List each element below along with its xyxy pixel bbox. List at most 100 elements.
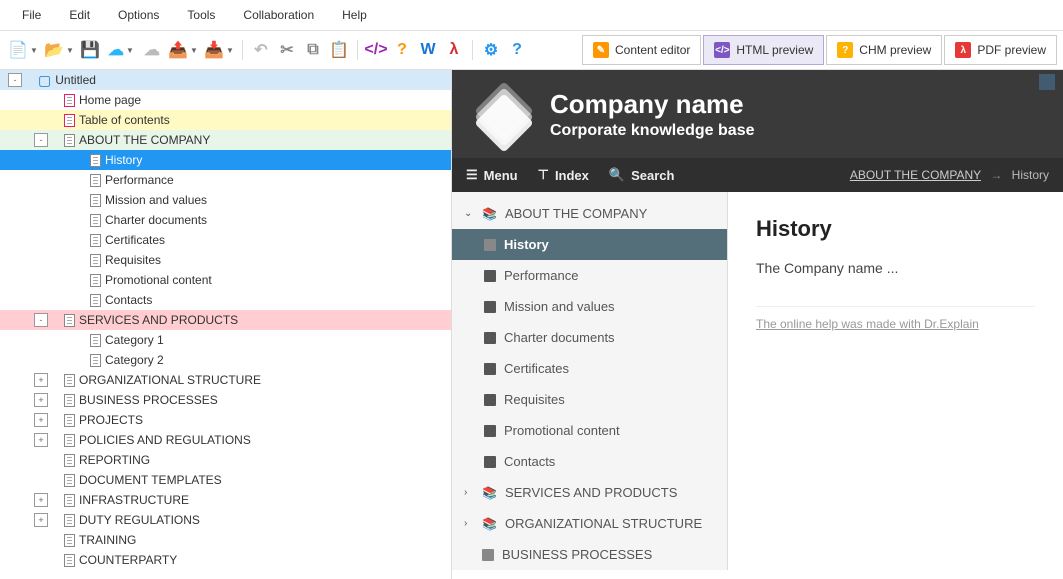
- expand-icon[interactable]: +: [34, 433, 48, 447]
- tree-label: BUSINESS PROCESSES: [79, 393, 218, 407]
- nav-menu[interactable]: ☰Menu: [466, 167, 518, 183]
- lock-icon: [52, 435, 62, 445]
- help-icon[interactable]: ?: [390, 38, 414, 62]
- copy-icon[interactable]: ⧉: [301, 38, 325, 62]
- document-icon: [90, 194, 101, 207]
- page-icon: [484, 363, 496, 375]
- html-preview-tab[interactable]: </>HTML preview: [703, 35, 824, 65]
- tree-row[interactable]: History: [0, 150, 451, 170]
- tree-row[interactable]: DOCUMENT TEMPLATES: [0, 470, 451, 490]
- sidebar-child-item[interactable]: History: [452, 229, 727, 260]
- menu-file[interactable]: File: [8, 4, 55, 26]
- dropdown-caret-icon: ▼: [126, 46, 134, 55]
- menu-options[interactable]: Options: [104, 4, 173, 26]
- tree-row[interactable]: +DUTY REGULATIONS: [0, 510, 451, 530]
- undo-icon[interactable]: ↶: [249, 38, 273, 62]
- save-icon[interactable]: 💾: [78, 38, 102, 62]
- cloud-icon[interactable]: ☁: [140, 38, 164, 62]
- tree-row[interactable]: -▢Untitled: [0, 70, 451, 90]
- tree-row[interactable]: + BUSINESS PROCESSES: [0, 390, 451, 410]
- tree-row[interactable]: Charter documents: [0, 210, 451, 230]
- tree-row[interactable]: Category 2: [0, 350, 451, 370]
- sidebar-child-item[interactable]: Mission and values: [452, 291, 727, 322]
- nav-index-label: Index: [555, 168, 589, 183]
- collapse-icon[interactable]: -: [34, 313, 48, 327]
- tree-row[interactable]: Performance: [0, 170, 451, 190]
- menu-tools[interactable]: Tools: [173, 4, 229, 26]
- expand-icon[interactable]: +: [34, 413, 48, 427]
- tree-label: PROJECTS: [79, 413, 143, 427]
- edit-header-icon[interactable]: [1039, 74, 1055, 90]
- tree-row[interactable]: Certificates: [0, 230, 451, 250]
- nav-search[interactable]: 🔍Search: [609, 167, 675, 183]
- sidebar-section-item[interactable]: ⌄📚ABOUT THE COMPANY: [452, 198, 727, 229]
- collapse-icon[interactable]: -: [8, 73, 22, 87]
- tree-row[interactable]: +POLICIES AND REGULATIONS: [0, 430, 451, 450]
- tree-row[interactable]: -SERVICES AND PRODUCTS: [0, 310, 451, 330]
- tree-row[interactable]: Contacts: [0, 290, 451, 310]
- cloud-upload-icon[interactable]: ☁▼: [104, 38, 138, 62]
- document-icon: [90, 174, 101, 187]
- sidebar-child-item[interactable]: Performance: [452, 260, 727, 291]
- tree-row[interactable]: + ORGANIZATIONAL STRUCTURE: [0, 370, 451, 390]
- export-alt-icon[interactable]: 📥▼: [202, 38, 236, 62]
- company-subtitle: Corporate knowledge base: [550, 122, 755, 140]
- paste-icon[interactable]: 📋: [327, 38, 351, 62]
- document-icon: [64, 394, 75, 407]
- lock-icon: [52, 495, 62, 505]
- sidebar-section-item[interactable]: ›📚SERVICES AND PRODUCTS: [452, 477, 727, 508]
- html-preview-tab-icon: </>: [714, 42, 730, 58]
- sidebar-child-item[interactable]: Promotional content: [452, 415, 727, 446]
- sidebar-child-item[interactable]: Contacts: [452, 446, 727, 477]
- menu-edit[interactable]: Edit: [55, 4, 104, 26]
- tree-label: Requisites: [105, 253, 161, 267]
- tree-row[interactable]: Category 1: [0, 330, 451, 350]
- sidebar-child-item[interactable]: Charter documents: [452, 322, 727, 353]
- cut-icon[interactable]: ✂: [275, 38, 299, 62]
- sidebar-child-item[interactable]: Certificates: [452, 353, 727, 384]
- pdf-preview-tab[interactable]: λPDF preview: [944, 35, 1057, 65]
- document-icon: [90, 214, 101, 227]
- tree-row[interactable]: +INFRASTRUCTURE: [0, 490, 451, 510]
- sidebar-label: Promotional content: [504, 423, 620, 438]
- export-icon[interactable]: 📤▼: [166, 38, 200, 62]
- code-icon[interactable]: </>: [364, 38, 388, 62]
- dropdown-caret-icon: ▼: [226, 46, 234, 55]
- collapse-icon[interactable]: -: [34, 133, 48, 147]
- new-file-icon[interactable]: 📄▼: [6, 38, 40, 62]
- settings-icon[interactable]: ⚙: [479, 38, 503, 62]
- tree-label: ORGANIZATIONAL STRUCTURE: [79, 373, 261, 387]
- expand-icon[interactable]: +: [34, 393, 48, 407]
- open-file-icon[interactable]: 📂▼: [42, 38, 76, 62]
- preview-nav: ☰Menu ⊤Index 🔍Search ABOUT THE COMPANY →…: [452, 158, 1063, 192]
- expand-icon[interactable]: +: [34, 493, 48, 507]
- tree-row[interactable]: Mission and values: [0, 190, 451, 210]
- breadcrumb-parent[interactable]: ABOUT THE COMPANY: [850, 168, 981, 182]
- pdf-preview-tab-label: PDF preview: [977, 43, 1046, 57]
- tree-row[interactable]: TRAINING: [0, 530, 451, 550]
- content-footer-link[interactable]: The online help was made with Dr.Explain: [756, 306, 1035, 331]
- sidebar-section-item[interactable]: BUSINESS PROCESSES: [452, 539, 727, 570]
- lock-icon: [78, 355, 88, 365]
- tree-row[interactable]: Promotional content: [0, 270, 451, 290]
- tree-row[interactable]: Home page: [0, 90, 451, 110]
- sidebar-section-item[interactable]: ›📚ORGANIZATIONAL STRUCTURE: [452, 508, 727, 539]
- tree-row[interactable]: Requisites: [0, 250, 451, 270]
- menu-help[interactable]: Help: [328, 4, 381, 26]
- toolbar: 📄▼📂▼💾☁▼☁📤▼📥▼↶✂⧉📋</>?Wλ⚙? ✎Content editor…: [0, 31, 1063, 70]
- pdf-icon[interactable]: λ: [442, 38, 466, 62]
- nav-index[interactable]: ⊤Index: [538, 167, 589, 183]
- expand-icon[interactable]: +: [34, 373, 48, 387]
- chm-preview-tab[interactable]: ?CHM preview: [826, 35, 942, 65]
- about-icon[interactable]: ?: [505, 38, 529, 62]
- sidebar-child-item[interactable]: Requisites: [452, 384, 727, 415]
- tree-row[interactable]: -ABOUT THE COMPANY: [0, 130, 451, 150]
- tree-row[interactable]: REPORTING: [0, 450, 451, 470]
- content-editor-tab[interactable]: ✎Content editor: [582, 35, 701, 65]
- expand-icon[interactable]: +: [34, 513, 48, 527]
- tree-row[interactable]: Table of contents: [0, 110, 451, 130]
- tree-row[interactable]: + PROJECTS: [0, 410, 451, 430]
- word-icon[interactable]: W: [416, 38, 440, 62]
- menu-collaboration[interactable]: Collaboration: [229, 4, 328, 26]
- tree-row[interactable]: COUNTERPARTY: [0, 550, 451, 570]
